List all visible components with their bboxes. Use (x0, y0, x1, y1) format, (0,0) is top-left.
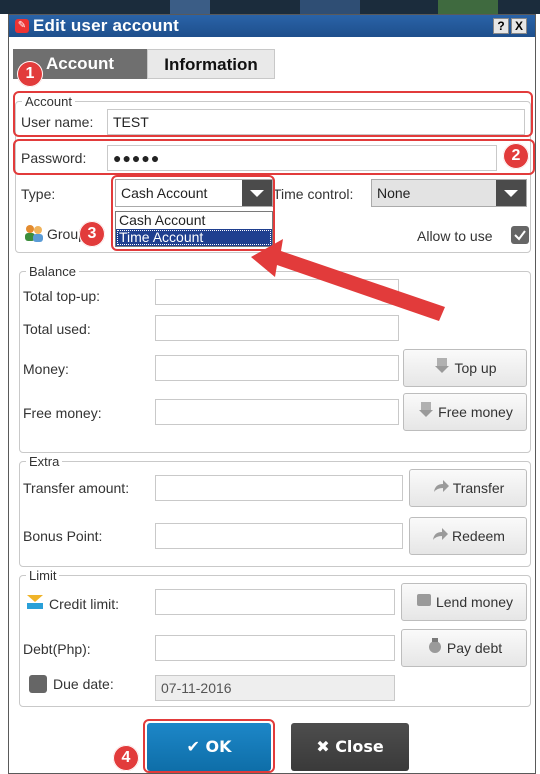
step-badge-2: 2 (503, 143, 529, 169)
lend-money-button[interactable]: Lend money (401, 583, 527, 621)
transfer-button[interactable]: Transfer (409, 469, 527, 507)
step-badge-1: 1 (17, 61, 43, 87)
password-field[interactable]: ●●●●● (107, 145, 497, 171)
arrow-right-icon (432, 471, 450, 507)
step-badge-4: 4 (113, 745, 139, 771)
step-badge-3: 3 (79, 221, 105, 247)
free-money-icon (417, 395, 435, 431)
lend-money-icon (415, 585, 433, 621)
due-date-label: Due date: (53, 676, 114, 692)
free-money-button[interactable]: Free money (403, 393, 527, 431)
chevron-down-icon[interactable] (242, 180, 272, 206)
type-select-value: Cash Account (121, 185, 208, 201)
credit-limit-icon (25, 593, 45, 615)
app-icon: ✎ (15, 19, 29, 33)
account-legend: Account (22, 94, 75, 109)
balance-legend: Balance (26, 264, 79, 279)
limit-legend: Limit (26, 568, 60, 583)
due-date-field[interactable]: 07-11-2016 (155, 675, 395, 701)
bonus-point-label: Bonus Point: (23, 528, 103, 544)
redeem-button[interactable]: Redeem (409, 517, 527, 555)
type-label: Type: (21, 186, 56, 202)
help-button[interactable]: ? (493, 18, 509, 34)
top-up-icon (433, 351, 451, 387)
background-app-strip (0, 0, 540, 14)
title-bar[interactable]: ✎ Edit user account ? X (9, 15, 535, 37)
checkmark-icon: ✔ (186, 737, 206, 756)
arrow-right-icon (431, 519, 449, 555)
username-field[interactable]: TEST (107, 109, 525, 135)
pay-debt-button[interactable]: Pay debt (401, 629, 527, 667)
money-field[interactable] (155, 355, 399, 381)
dialog-title: Edit user account (33, 16, 180, 35)
free-money-field[interactable] (155, 399, 399, 425)
free-money-label: Free money: (23, 405, 102, 421)
chevron-down-icon[interactable] (496, 180, 526, 206)
credit-limit-field[interactable] (155, 589, 395, 615)
money-bag-icon (426, 631, 444, 667)
debt-label: Debt(Php): (23, 641, 91, 657)
due-date-checkbox[interactable] (29, 675, 47, 693)
transfer-amount-field[interactable] (155, 475, 403, 501)
top-up-button[interactable]: Top up (403, 349, 527, 387)
extra-legend: Extra (26, 454, 63, 469)
close-icon: ✖ (316, 737, 336, 756)
total-used-label: Total used: (23, 321, 91, 337)
time-control-value: None (377, 185, 411, 201)
total-topup-label: Total top-up: (23, 288, 101, 304)
debt-field[interactable] (155, 635, 395, 661)
time-control-label: Time control: (273, 186, 354, 202)
annotation-arrow (251, 239, 445, 321)
transfer-amount-label: Transfer amount: (23, 480, 130, 496)
edit-user-dialog: ✎ Edit user account ? X Account Informat… (8, 14, 536, 774)
tab-bar: Account Information (13, 47, 283, 79)
credit-limit-label: Credit limit: (49, 596, 120, 612)
tab-information[interactable]: Information (147, 49, 275, 79)
username-label: User name: (21, 114, 94, 130)
group-icon (23, 223, 45, 247)
password-label: Password: (21, 150, 87, 166)
type-select[interactable]: Cash Account (115, 179, 273, 207)
close-button[interactable]: ✖ Close (291, 723, 409, 771)
allow-to-use-checkbox[interactable] (511, 226, 529, 244)
option-cash-account[interactable]: Cash Account (116, 212, 272, 229)
bonus-point-field[interactable] (155, 523, 403, 549)
money-label: Money: (23, 361, 69, 377)
ok-button[interactable]: ✔ OK (147, 723, 271, 771)
close-window-button[interactable]: X (511, 18, 527, 34)
time-control-select[interactable]: None (371, 179, 527, 207)
